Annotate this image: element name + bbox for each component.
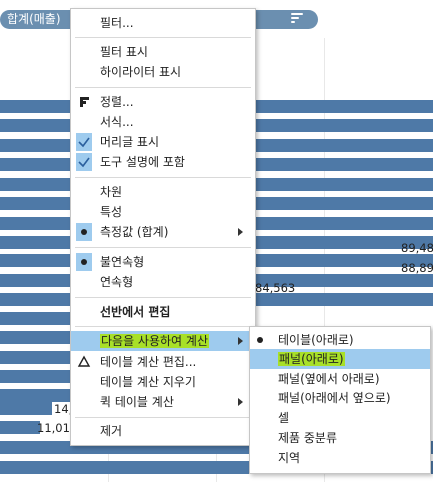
sort-descending-icon[interactable]: [291, 13, 305, 25]
menu-item-attribute[interactable]: 특성: [71, 202, 255, 222]
menu-item-continuous[interactable]: 연속형: [71, 272, 255, 292]
bullet-icon: [76, 223, 92, 241]
menu-item-label: 패널(아래에서 옆으로): [278, 391, 391, 405]
menu-item-label: 패널(옆에서 아래로): [278, 372, 380, 386]
menu-item-label: 테이블 계산 지우기: [100, 375, 196, 389]
checkmark-icon: [76, 133, 92, 151]
menu-item-edit-table-calc[interactable]: 테이블 계산 편집...: [71, 352, 255, 372]
context-menu: 필터... 필터 표시 하이라이터 표시 정렬... 서식... 머리글 표시 …: [70, 8, 256, 446]
submenu-item-region[interactable]: 지역: [250, 448, 430, 468]
submenu-item-cell[interactable]: 셀: [250, 408, 430, 428]
annotation-highlight: 다음을 사용하여 계산: [100, 334, 209, 348]
menu-separator: [75, 326, 251, 327]
checkmark-icon: [76, 153, 92, 171]
menu-item-sort[interactable]: 정렬...: [71, 92, 255, 112]
menu-item-label: 제거: [100, 424, 123, 438]
submenu-item-table-down[interactable]: 테이블(아래로): [250, 330, 430, 350]
menu-item-quick-table-calc[interactable]: 퀵 테이블 계산: [71, 392, 255, 412]
delta-icon: [76, 353, 92, 371]
menu-item-label: 패널(아래로): [278, 349, 345, 369]
menu-item-label: 퀵 테이블 계산: [100, 395, 174, 409]
menu-item-remove[interactable]: 제거: [71, 421, 255, 441]
submenu-arrow-icon: [238, 228, 243, 236]
submenu-item-pane-across-then-down[interactable]: 패널(옆에서 아래로): [250, 369, 430, 389]
menu-item-label: 하이라이터 표시: [100, 65, 182, 79]
menu-separator: [75, 37, 251, 38]
sort-icon: [76, 93, 92, 111]
menu-item-label: 측정값 (합계): [100, 225, 169, 239]
menu-item-label: 셀: [278, 411, 290, 425]
submenu-item-pane-down[interactable]: 패널(아래로): [250, 349, 430, 369]
bar-mark[interactable]: [0, 402, 52, 415]
bar-value-label: 89,48: [401, 241, 433, 255]
menu-item-format[interactable]: 서식...: [71, 112, 255, 132]
menu-item-label: 테이블(아래로): [278, 333, 354, 347]
menu-item-label: 머리글 표시: [100, 135, 160, 149]
menu-item-label: 지역: [278, 451, 301, 465]
bar-value-label: 11,01: [37, 421, 70, 435]
bar-value-label: 88,89: [401, 261, 433, 275]
menu-item-label: 연속형: [100, 275, 134, 289]
menu-item-label: 다음을 사용하여 계산: [100, 331, 209, 351]
menu-item-label: 서식...: [100, 115, 134, 129]
menu-item-label: 불연속형: [100, 255, 145, 269]
menu-separator: [75, 177, 251, 178]
menu-separator: [75, 87, 251, 88]
menu-item-show-filter[interactable]: 필터 표시: [71, 42, 255, 62]
menu-item-label: 선반에서 편집: [100, 305, 171, 319]
menu-item-measure[interactable]: 측정값 (합계): [71, 222, 255, 242]
bullet-icon: [76, 253, 92, 271]
menu-item-dimension[interactable]: 차원: [71, 182, 255, 202]
menu-item-label: 필터...: [100, 16, 134, 30]
submenu-item-product-subcategory[interactable]: 제품 중분류: [250, 428, 430, 448]
menu-separator: [75, 297, 251, 298]
menu-item-show-header[interactable]: 머리글 표시: [71, 132, 255, 152]
menu-item-show-highlighter[interactable]: 하이라이터 표시: [71, 62, 255, 82]
field-pill-label: 합계(매출): [7, 12, 61, 26]
menu-item-filter[interactable]: 필터...: [71, 13, 255, 33]
menu-item-compute-using[interactable]: 다음을 사용하여 계산: [71, 331, 255, 351]
annotation-highlight: 패널(아래로): [278, 352, 345, 366]
menu-item-clear-table-calc[interactable]: 테이블 계산 지우기: [71, 372, 255, 392]
bar-value-label: 84,563: [255, 281, 296, 295]
menu-item-label: 필터 표시: [100, 45, 148, 59]
menu-separator: [75, 247, 251, 248]
menu-item-edit-in-shelf[interactable]: 선반에서 편집: [71, 302, 255, 322]
bar-mark[interactable]: [0, 421, 40, 434]
menu-item-label: 특성: [100, 205, 123, 219]
submenu-arrow-icon: [238, 398, 243, 406]
menu-separator: [75, 417, 251, 418]
menu-item-discrete[interactable]: 불연속형: [71, 252, 255, 272]
menu-item-label: 차원: [100, 185, 123, 199]
submenu-item-pane-down-then-across[interactable]: 패널(아래에서 옆으로): [250, 388, 430, 408]
menu-item-label: 도구 설명에 포함: [100, 155, 185, 169]
bullet-icon: [257, 337, 263, 343]
submenu-arrow-icon: [238, 337, 243, 345]
menu-item-label: 정렬...: [100, 95, 134, 109]
compute-using-submenu: 테이블(아래로) 패널(아래로) 패널(옆에서 아래로) 패널(아래에서 옆으로…: [249, 326, 431, 474]
menu-item-label: 제품 중분류: [278, 431, 338, 445]
menu-item-label: 테이블 계산 편집...: [100, 355, 197, 369]
menu-item-include-in-tooltip[interactable]: 도구 설명에 포함: [71, 152, 255, 172]
